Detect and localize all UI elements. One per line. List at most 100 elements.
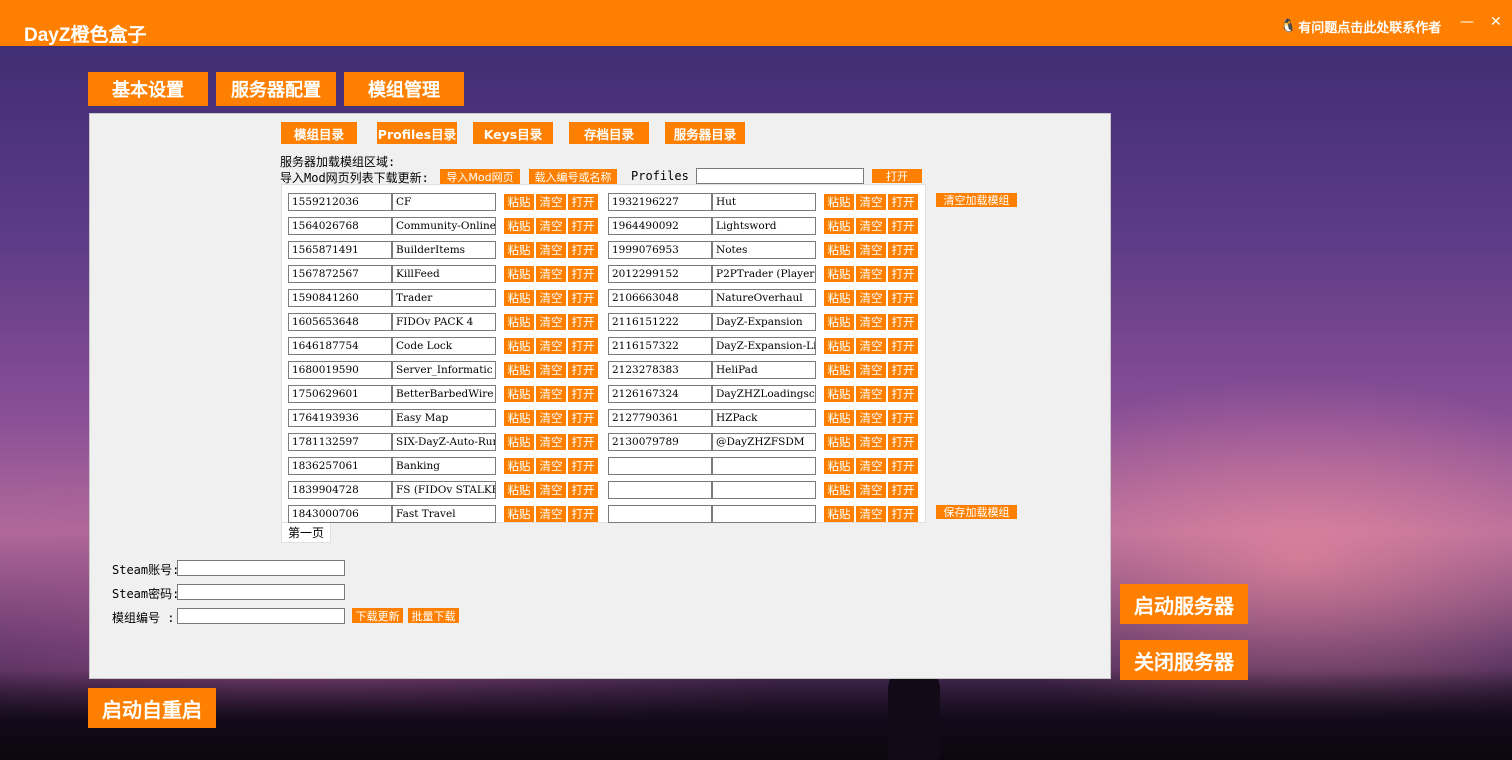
right-mod-id-input[interactable]: 1964490092 — [608, 217, 712, 235]
contact-author-link[interactable]: 🐧 有问题点击此处联系作者 — [1280, 17, 1441, 36]
right-mod-open-button[interactable]: 打开 — [888, 266, 918, 282]
right-mod-open-button[interactable]: 打开 — [888, 434, 918, 450]
left-mod-name-input[interactable]: Easy Map — [392, 409, 496, 427]
right-mod-name-input[interactable]: HZPack — [712, 409, 816, 427]
left-mod-id-input[interactable]: 1646187754 — [288, 337, 392, 355]
stop-server-button[interactable]: 关闭服务器 — [1120, 640, 1248, 680]
left-mod-clear-button[interactable]: 清空 — [536, 242, 566, 258]
right-mod-name-input[interactable]: Notes — [712, 241, 816, 259]
right-mod-open-button[interactable]: 打开 — [888, 314, 918, 330]
right-mod-name-input[interactable]: DayZHZLoadingscre — [712, 385, 816, 403]
right-mod-open-button[interactable]: 打开 — [888, 338, 918, 354]
right-mod-paste-button[interactable]: 粘贴 — [824, 434, 854, 450]
right-mod-id-input[interactable]: 2127790361 — [608, 409, 712, 427]
right-mod-paste-button[interactable]: 粘贴 — [824, 266, 854, 282]
saves-dir-button[interactable]: 存档目录 — [569, 122, 649, 144]
left-mod-clear-button[interactable]: 清空 — [536, 362, 566, 378]
left-mod-id-input[interactable]: 1567872567 — [288, 265, 392, 283]
right-mod-paste-button[interactable]: 粘贴 — [824, 482, 854, 498]
left-mod-clear-button[interactable]: 清空 — [536, 458, 566, 474]
right-mod-paste-button[interactable]: 粘贴 — [824, 314, 854, 330]
start-server-button[interactable]: 启动服务器 — [1120, 584, 1248, 624]
right-mod-id-input[interactable]: 2116157322 — [608, 337, 712, 355]
right-mod-paste-button[interactable]: 粘贴 — [824, 242, 854, 258]
left-mod-paste-button[interactable]: 粘贴 — [504, 266, 534, 282]
right-mod-clear-button[interactable]: 清空 — [856, 386, 886, 402]
right-mod-name-input[interactable] — [712, 457, 816, 475]
left-mod-id-input[interactable]: 1565871491 — [288, 241, 392, 259]
left-mod-open-button[interactable]: 打开 — [568, 410, 598, 426]
right-mod-open-button[interactable]: 打开 — [888, 242, 918, 258]
right-mod-open-button[interactable]: 打开 — [888, 290, 918, 306]
right-mod-name-input[interactable]: DayZ-Expansion-Li — [712, 337, 816, 355]
left-mod-id-input[interactable]: 1764193936 — [288, 409, 392, 427]
batch-download-button[interactable]: 批量下载 — [408, 608, 459, 623]
left-mod-paste-button[interactable]: 粘贴 — [504, 194, 534, 210]
tab-basic-settings[interactable]: 基本设置 — [88, 72, 208, 106]
left-mod-open-button[interactable]: 打开 — [568, 506, 598, 522]
left-mod-paste-button[interactable]: 粘贴 — [504, 338, 534, 354]
right-mod-name-input[interactable]: P2PTrader (Player — [712, 265, 816, 283]
right-mod-clear-button[interactable]: 清空 — [856, 410, 886, 426]
right-mod-id-input[interactable] — [608, 481, 712, 499]
left-mod-open-button[interactable]: 打开 — [568, 290, 598, 306]
right-mod-id-input[interactable]: 2106663048 — [608, 289, 712, 307]
left-mod-paste-button[interactable]: 粘贴 — [504, 386, 534, 402]
right-mod-paste-button[interactable]: 粘贴 — [824, 194, 854, 210]
left-mod-clear-button[interactable]: 清空 — [536, 386, 566, 402]
left-mod-name-input[interactable]: FS (FIDOv STALKEF — [392, 481, 496, 499]
right-mod-clear-button[interactable]: 清空 — [856, 482, 886, 498]
left-mod-open-button[interactable]: 打开 — [568, 194, 598, 210]
left-mod-open-button[interactable]: 打开 — [568, 362, 598, 378]
keys-dir-button[interactable]: Keys目录 — [473, 122, 553, 144]
right-mod-clear-button[interactable]: 清空 — [856, 506, 886, 522]
left-mod-open-button[interactable]: 打开 — [568, 314, 598, 330]
left-mod-clear-button[interactable]: 清空 — [536, 314, 566, 330]
left-mod-clear-button[interactable]: 清空 — [536, 434, 566, 450]
left-mod-paste-button[interactable]: 粘贴 — [504, 410, 534, 426]
left-mod-name-input[interactable]: Code Lock — [392, 337, 496, 355]
right-mod-id-input[interactable]: 1932196227 — [608, 193, 712, 211]
left-mod-open-button[interactable]: 打开 — [568, 266, 598, 282]
download-update-button[interactable]: 下载更新 — [352, 608, 403, 623]
left-mod-open-button[interactable]: 打开 — [568, 242, 598, 258]
right-mod-paste-button[interactable]: 粘贴 — [824, 410, 854, 426]
left-mod-paste-button[interactable]: 粘贴 — [504, 314, 534, 330]
left-mod-name-input[interactable]: Banking — [392, 457, 496, 475]
load-id-or-name-button[interactable]: 载入编号或名称 — [529, 169, 617, 184]
server-dir-button[interactable]: 服务器目录 — [665, 122, 745, 144]
right-mod-clear-button[interactable]: 清空 — [856, 434, 886, 450]
left-mod-paste-button[interactable]: 粘贴 — [504, 218, 534, 234]
right-mod-open-button[interactable]: 打开 — [888, 458, 918, 474]
right-mod-clear-button[interactable]: 清空 — [856, 218, 886, 234]
left-mod-open-button[interactable]: 打开 — [568, 386, 598, 402]
mods-dir-button[interactable]: 模组目录 — [281, 122, 357, 144]
left-mod-clear-button[interactable]: 清空 — [536, 410, 566, 426]
right-mod-open-button[interactable]: 打开 — [888, 410, 918, 426]
left-mod-id-input[interactable]: 1781132597 — [288, 433, 392, 451]
auto-restart-button[interactable]: 启动自重启 — [88, 688, 216, 728]
left-mod-name-input[interactable]: SIX-DayZ-Auto-Rur — [392, 433, 496, 451]
tab-mod-management[interactable]: 模组管理 — [344, 72, 464, 106]
left-mod-paste-button[interactable]: 粘贴 — [504, 290, 534, 306]
profiles-open-button[interactable]: 打开 — [872, 169, 922, 183]
import-mod-page-button[interactable]: 导入Mod网页 — [440, 169, 520, 184]
right-mod-open-button[interactable]: 打开 — [888, 362, 918, 378]
right-mod-name-input[interactable] — [712, 505, 816, 523]
left-mod-name-input[interactable]: Fast Travel — [392, 505, 496, 523]
right-mod-clear-button[interactable]: 清空 — [856, 458, 886, 474]
left-mod-open-button[interactable]: 打开 — [568, 338, 598, 354]
left-mod-clear-button[interactable]: 清空 — [536, 194, 566, 210]
left-mod-id-input[interactable]: 1750629601 — [288, 385, 392, 403]
close-button[interactable]: ✕ — [1490, 14, 1502, 30]
left-mod-id-input[interactable]: 1839904728 — [288, 481, 392, 499]
right-mod-open-button[interactable]: 打开 — [888, 482, 918, 498]
right-mod-paste-button[interactable]: 粘贴 — [824, 458, 854, 474]
profiles-dir-button[interactable]: Profiles目录 — [377, 122, 457, 144]
left-mod-clear-button[interactable]: 清空 — [536, 290, 566, 306]
right-mod-id-input[interactable]: 1999076953 — [608, 241, 712, 259]
page-tab-first[interactable]: 第一页 — [281, 523, 331, 543]
left-mod-paste-button[interactable]: 粘贴 — [504, 242, 534, 258]
right-mod-open-button[interactable]: 打开 — [888, 218, 918, 234]
left-mod-name-input[interactable]: Server_Informatic — [392, 361, 496, 379]
